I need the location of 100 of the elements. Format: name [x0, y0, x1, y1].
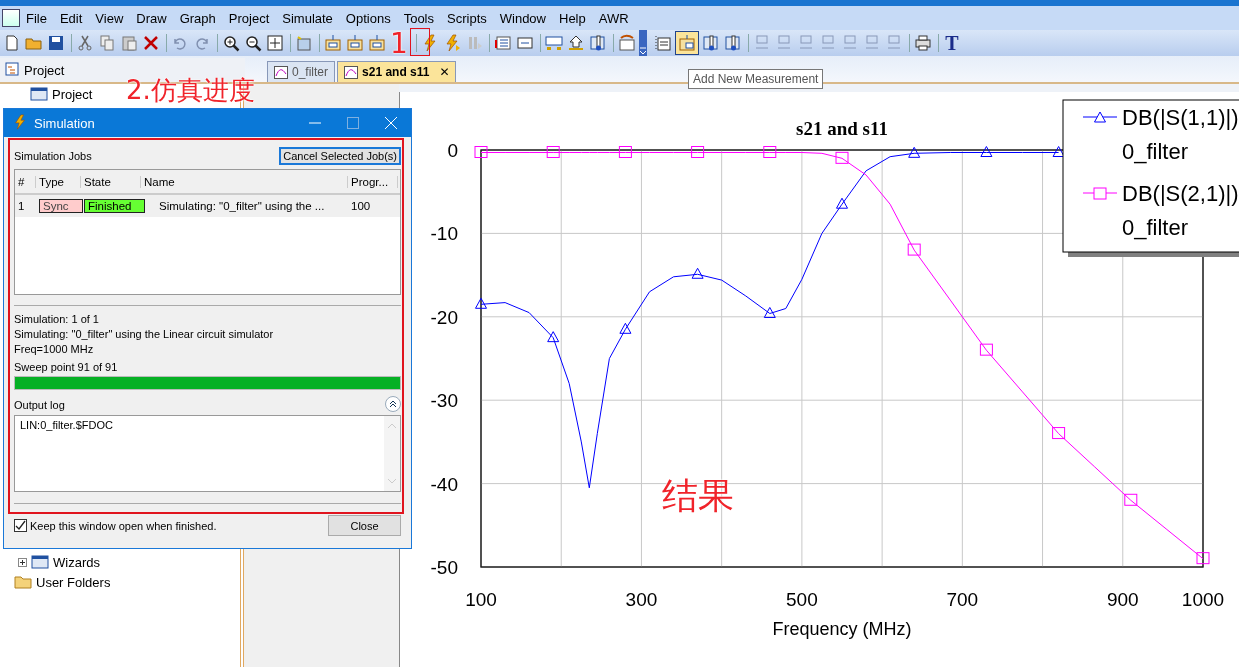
- menu-item[interactable]: File: [26, 10, 55, 26]
- tree-item[interactable]: User Folders: [36, 574, 111, 590]
- point: [475, 297, 487, 309]
- checkbox-label[interactable]: Keep this window open when finished.: [30, 519, 217, 532]
- menu-item[interactable]: View: [95, 10, 132, 26]
- y-tick-label: -10: [430, 223, 458, 245]
- legend-label: DB(|S(2,1)|): [1122, 181, 1239, 206]
- zoom-in-icon[interactable]: [221, 33, 241, 53]
- menu-item[interactable]: Options: [345, 10, 399, 26]
- x-tick-label: 1000: [1181, 589, 1225, 610]
- save-icon[interactable]: [46, 33, 66, 53]
- highlight-frame: [410, 28, 430, 56]
- point: [691, 146, 705, 158]
- thermometer-icon[interactable]: [723, 33, 743, 53]
- legend-swatch: [1082, 111, 1118, 123]
- window-icon: [30, 87, 48, 101]
- menu-item[interactable]: Window: [499, 10, 554, 26]
- table-cell-text: 100: [350, 200, 372, 212]
- point: [835, 151, 849, 164]
- app-icon: [2, 9, 20, 27]
- document-tab[interactable]: s21 and s11 ✕: [337, 61, 457, 82]
- text-tool[interactable]: T: [942, 33, 962, 53]
- tree-item[interactable]: Wizards: [53, 554, 100, 570]
- collapse-icon[interactable]: [385, 396, 401, 414]
- y-tick-label: -20: [430, 306, 458, 328]
- section-label: Output log: [14, 399, 65, 411]
- x-tick-label: 500: [786, 589, 818, 610]
- thermometer-icon[interactable]: [701, 33, 721, 53]
- menu-item[interactable]: Draw: [136, 10, 175, 26]
- close-icon[interactable]: [385, 117, 397, 129]
- properties-icon[interactable]: [653, 33, 673, 53]
- measurement-icon[interactable]: [675, 31, 699, 55]
- panel-title: Project: [24, 62, 65, 78]
- point: [546, 146, 560, 158]
- list-icon[interactable]: [493, 33, 513, 53]
- table-cell-text: Simulating: "0_filter" using the ...: [158, 200, 326, 212]
- column-header[interactable]: Progr...: [348, 175, 398, 188]
- status-line: Simulating: "0_filter" using the Linear circuit simulator: [14, 328, 275, 340]
- menu-item[interactable]: Help: [559, 10, 594, 26]
- document-tab[interactable]: 0_filter: [267, 61, 336, 82]
- point: [763, 306, 776, 318]
- tree-item[interactable]: Project: [52, 86, 93, 102]
- zoom-out-icon[interactable]: [243, 33, 263, 53]
- log-text: LIN:0_filter.$FDOC: [19, 418, 114, 433]
- printer-icon[interactable]: [913, 33, 933, 53]
- x-axis-title: Frequency (MHz): [772, 619, 912, 639]
- menu-item[interactable]: Scripts: [447, 10, 495, 26]
- zoom-fit-icon[interactable]: [265, 33, 285, 53]
- type-tag: Sync: [39, 199, 83, 213]
- annotation-text: 1: [390, 30, 408, 58]
- maximize-icon[interactable]: [347, 117, 359, 129]
- menu-item[interactable]: Project: [228, 10, 278, 26]
- y-tick-label: -30: [430, 390, 458, 412]
- close-tab-icon[interactable]: ✕: [439, 65, 450, 79]
- window-icon: [31, 555, 49, 569]
- add-element-icon[interactable]: [345, 33, 365, 53]
- overflow-icon[interactable]: [639, 30, 647, 56]
- column-header[interactable]: #: [15, 175, 36, 188]
- status-line: Sweep point 91 of 91: [14, 361, 119, 373]
- cancel-button[interactable]: Cancel Selected Job(s): [279, 147, 401, 165]
- point: [980, 146, 993, 157]
- paste-icon[interactable]: [119, 33, 139, 53]
- new-graph-icon[interactable]: [294, 33, 314, 53]
- point: [618, 146, 632, 158]
- point: [1052, 427, 1066, 440]
- legend-source: 0_filter: [1122, 215, 1189, 240]
- point: [619, 322, 632, 334]
- dialog-title: Simulation: [34, 115, 95, 131]
- copy-icon[interactable]: [97, 33, 117, 53]
- x-tick-label: 900: [1106, 589, 1139, 610]
- scroll-bar[interactable]: [384, 416, 400, 491]
- point: [908, 146, 921, 158]
- point: [547, 331, 560, 343]
- y-tick-label: 0: [447, 140, 458, 161]
- checkbox[interactable]: [14, 519, 27, 532]
- point: [1124, 493, 1138, 506]
- menu-item[interactable]: Simulate: [282, 10, 341, 26]
- y-tick-label: -40: [430, 473, 458, 495]
- status-line: Freq=1000 MHz: [14, 343, 95, 355]
- point: [763, 146, 777, 158]
- menu-item[interactable]: Tools: [403, 10, 442, 26]
- upload-icon[interactable]: [566, 33, 586, 53]
- add-element-icon[interactable]: [323, 33, 343, 53]
- y-tick-label: -50: [430, 557, 458, 578]
- menu-item[interactable]: Graph: [179, 10, 224, 26]
- graph-icon: [274, 65, 288, 79]
- point: [907, 243, 921, 256]
- column-header[interactable]: State: [81, 175, 141, 188]
- add-element-icon[interactable]: [367, 33, 387, 53]
- menu-item[interactable]: Edit: [59, 10, 91, 26]
- close-button[interactable]: Close: [328, 515, 401, 536]
- point: [1196, 552, 1210, 565]
- column-header[interactable]: Name: [141, 175, 348, 188]
- thermometer-icon[interactable]: [588, 33, 608, 53]
- folder-icon: [14, 575, 32, 589]
- point: [691, 267, 704, 279]
- cut-icon[interactable]: [75, 33, 95, 53]
- menu-item[interactable]: AWR: [598, 10, 637, 26]
- status-line: Simulation: 1 of 1: [14, 313, 100, 325]
- column-header[interactable]: Type: [36, 175, 81, 188]
